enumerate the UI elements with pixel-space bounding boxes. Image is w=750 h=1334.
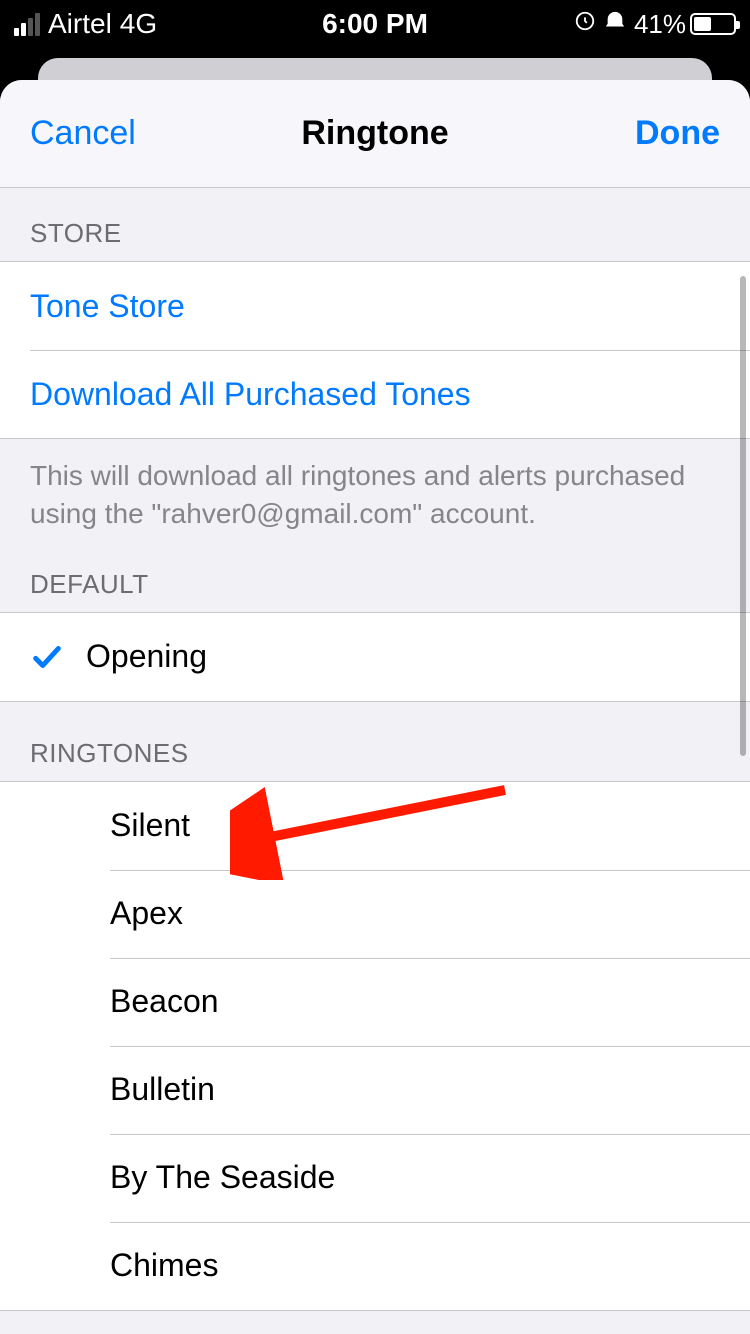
rotation-lock-icon <box>574 10 596 38</box>
ringtones-group: Silent Apex Beacon Bulletin By The Seasi… <box>0 781 750 1311</box>
network-type: 4G <box>120 8 157 40</box>
battery-percent: 41% <box>634 9 686 40</box>
nav-bar: Cancel Ringtone Done <box>0 80 750 188</box>
section-header-store: STORE <box>0 188 750 261</box>
scroll-content[interactable]: STORE Tone Store Download All Purchased … <box>0 188 750 1334</box>
ringtone-label: Beacon <box>110 983 219 1020</box>
download-all-label: Download All Purchased Tones <box>30 376 471 413</box>
battery-icon <box>690 13 736 35</box>
ringtone-label: Apex <box>110 895 183 932</box>
tone-store-link[interactable]: Tone Store <box>0 262 750 350</box>
download-all-link[interactable]: Download All Purchased Tones <box>0 350 750 438</box>
ringtone-label: Bulletin <box>110 1071 215 1108</box>
tone-store-label: Tone Store <box>30 288 185 325</box>
signal-icon <box>14 13 40 36</box>
clock-time: 6:00 PM <box>322 8 428 40</box>
default-ringtone-label: Opening <box>86 638 207 675</box>
ringtone-label: Chimes <box>110 1247 218 1284</box>
download-footer-text: This will download all ringtones and ale… <box>0 439 750 533</box>
section-header-ringtones: RINGTONES <box>0 702 750 781</box>
ringtone-label: Silent <box>110 807 190 844</box>
ringtone-row-beacon[interactable]: Beacon <box>0 958 750 1046</box>
cancel-button[interactable]: Cancel <box>30 114 136 153</box>
carrier-label: Airtel <box>48 8 112 40</box>
ringtone-row-bytheseaside[interactable]: By The Seaside <box>0 1134 750 1222</box>
default-ringtone-row[interactable]: Opening <box>0 613 750 701</box>
ringtone-row-chimes[interactable]: Chimes <box>0 1222 750 1310</box>
scroll-indicator[interactable] <box>740 276 746 756</box>
page-title: Ringtone <box>301 114 448 153</box>
alarm-icon <box>604 10 626 38</box>
status-bar: Airtel 4G 6:00 PM 41% <box>0 0 750 48</box>
ringtone-row-bulletin[interactable]: Bulletin <box>0 1046 750 1134</box>
store-group: Tone Store Download All Purchased Tones <box>0 261 750 439</box>
ringtone-sheet: Cancel Ringtone Done STORE Tone Store Do… <box>0 80 750 1334</box>
ringtone-label: By The Seaside <box>110 1159 335 1196</box>
ringtone-row-apex[interactable]: Apex <box>0 870 750 958</box>
section-header-default: DEFAULT <box>0 533 750 612</box>
default-group: Opening <box>0 612 750 702</box>
ringtone-row-silent[interactable]: Silent <box>0 782 750 870</box>
checkmark-icon <box>30 640 86 674</box>
done-button[interactable]: Done <box>635 114 720 153</box>
